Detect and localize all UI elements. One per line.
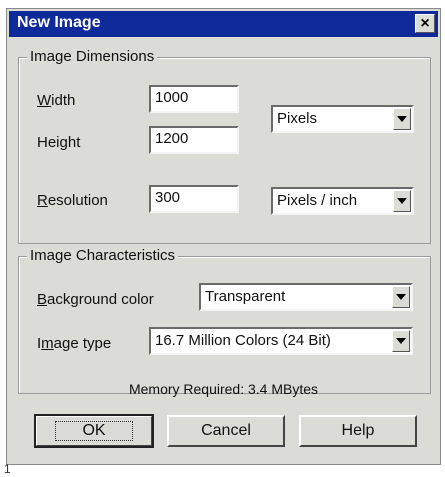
dialog-title: New Image <box>17 14 101 31</box>
resolution-input[interactable]: 300 <box>149 185 239 213</box>
chevron-down-icon[interactable] <box>392 330 410 352</box>
image-dimensions-group: Image Dimensions Width 1000 Height 1200 … <box>18 48 431 244</box>
resolution-label: Resolution <box>37 192 108 209</box>
height-input[interactable]: 1200 <box>149 126 239 154</box>
width-value: 1000 <box>155 89 189 106</box>
height-label: Height <box>37 134 81 151</box>
new-image-dialog: New Image × Image Dimensions Width 1000 … <box>6 8 441 465</box>
close-button[interactable]: × <box>415 14 435 33</box>
image-characteristics-group: Image Characteristics Background color T… <box>18 247 431 394</box>
background-color-dropdown[interactable]: Transparent <box>199 283 413 311</box>
figure-footnote: 1 <box>4 462 11 476</box>
image-type-label: Image type <box>37 335 112 352</box>
close-icon: × <box>420 14 430 32</box>
help-button[interactable]: Help <box>299 415 417 447</box>
ok-button[interactable]: OK <box>34 414 154 448</box>
image-dimensions-label: Image Dimensions <box>27 48 158 65</box>
background-color-label: Background color <box>37 291 154 308</box>
image-characteristics-label: Image Characteristics <box>27 247 179 264</box>
memory-required-text: Memory Required: 3.4 MBytes <box>128 381 319 397</box>
cancel-button[interactable]: Cancel <box>167 415 285 447</box>
chevron-down-icon[interactable] <box>393 190 411 212</box>
chevron-down-icon[interactable] <box>393 108 411 130</box>
image-type-value: 16.7 Million Colors (24 Bit) <box>155 332 331 349</box>
resolution-units-dropdown[interactable]: Pixels / inch <box>271 187 414 215</box>
units-dropdown[interactable]: Pixels <box>271 105 414 133</box>
height-value: 1200 <box>155 130 189 147</box>
title-bar[interactable]: New Image × <box>9 11 438 37</box>
width-input[interactable]: 1000 <box>149 85 239 113</box>
cancel-label: Cancel <box>201 422 251 439</box>
help-label: Help <box>341 422 375 439</box>
image-type-dropdown[interactable]: 16.7 Million Colors (24 Bit) <box>149 327 413 355</box>
resolution-units-value: Pixels / inch <box>277 192 358 209</box>
chevron-down-icon[interactable] <box>392 286 410 308</box>
resolution-value: 300 <box>155 189 181 206</box>
ok-label: OK <box>55 421 133 441</box>
width-label: Width <box>37 92 76 109</box>
background-color-value: Transparent <box>205 288 286 305</box>
units-value: Pixels <box>277 110 318 127</box>
